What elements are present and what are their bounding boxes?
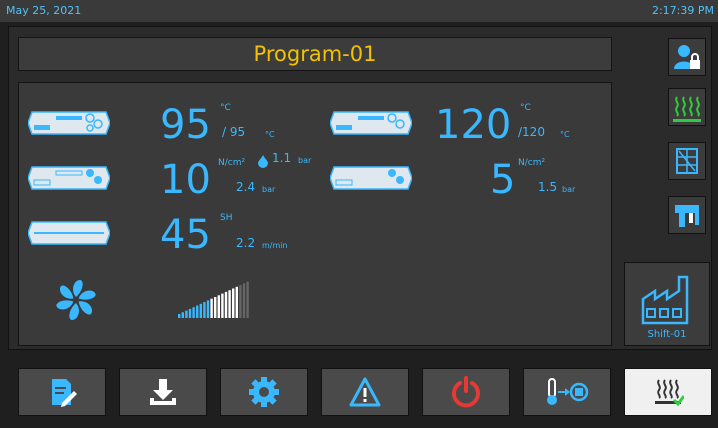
level-bar [210, 298, 213, 318]
roller-speed-icon[interactable] [28, 218, 110, 248]
temp-2-unit: °C [520, 103, 531, 113]
grid-tool-button[interactable] [668, 142, 706, 180]
pressure-2-sub-unit: bar [562, 185, 576, 194]
roller-icon[interactable] [28, 108, 110, 138]
level-bar [214, 297, 217, 318]
level-bar [178, 314, 181, 318]
level-bar [199, 303, 202, 318]
level-bar [206, 300, 210, 318]
warning-icon [349, 377, 381, 407]
heating-icon [673, 96, 701, 122]
pressure-2-unit: N/cm² [518, 158, 546, 168]
level-bar [221, 293, 224, 318]
download-icon [150, 379, 176, 405]
roller-icon-2[interactable] [330, 108, 412, 138]
level-bar [185, 310, 188, 318]
power-button[interactable] [422, 368, 510, 416]
roller-pressure-icon[interactable] [28, 163, 110, 193]
level-bar [192, 307, 195, 318]
shift-button[interactable]: Shift-01 [624, 262, 710, 346]
pressure-1-unit: N/cm² [218, 158, 246, 168]
machine-tool-button[interactable] [668, 196, 706, 234]
temperature-stop-icon [547, 378, 589, 405]
temp-2-value[interactable]: 120 [435, 105, 511, 145]
temperature-stop-button[interactable] [523, 368, 611, 416]
heating-button[interactable] [668, 88, 706, 126]
speed-value: 2.2 [236, 236, 256, 250]
temp-2-set-unit: °C [560, 130, 570, 139]
gear-icon [249, 377, 279, 407]
fan-level-bars[interactable] [178, 280, 252, 318]
level-bar [196, 305, 199, 318]
factory-icon [641, 275, 689, 325]
heater-active-button[interactable] [624, 368, 712, 416]
user-lock-button[interactable] [668, 38, 706, 76]
pressure-1-extra-unit: bar [298, 156, 312, 165]
temp-1-unit: °C [220, 103, 231, 113]
user-lock-icon [674, 45, 700, 69]
level-bar [246, 281, 249, 318]
temp-1-setpoint: / 95 [222, 125, 246, 139]
level-bar [235, 286, 238, 318]
heater-active-icon [655, 379, 684, 407]
download-button[interactable] [119, 368, 207, 416]
program-title[interactable]: Program-01 [18, 37, 612, 71]
speed-unit: m/min [262, 241, 288, 250]
pressure-1-sub-unit: bar [262, 185, 276, 194]
pressure-2-value[interactable]: 5 [490, 160, 515, 200]
pressure-1-sub: 2.4 [236, 180, 256, 194]
settings-button[interactable] [220, 368, 308, 416]
pressure-1-extra: 1.1 [272, 151, 292, 165]
pressure-1-value[interactable]: 10 [160, 160, 211, 200]
shift-label: Shift-01 [647, 329, 687, 340]
pressure-2-sub: 1.5 [538, 180, 558, 194]
level-bar [188, 308, 192, 318]
hardness-value[interactable]: 45 [160, 215, 211, 255]
grid-tool-icon [676, 148, 698, 174]
temp-2-setpoint: /120 [518, 125, 545, 139]
level-bar [181, 312, 184, 318]
temp-1-value[interactable]: 95 [160, 105, 211, 145]
drop-icon [258, 155, 268, 168]
edit-document-icon [52, 379, 77, 407]
alarm-button[interactable] [321, 368, 409, 416]
hardness-unit: SH [220, 213, 233, 223]
temp-1-set-unit: °C [265, 130, 275, 139]
edit-button[interactable] [18, 368, 106, 416]
level-bar [217, 295, 220, 318]
status-time: 2:17:39 PM [651, 4, 714, 17]
level-bar [224, 291, 228, 318]
level-bar [228, 290, 231, 318]
power-icon [452, 376, 480, 408]
roller-pressure-icon-2[interactable] [330, 163, 412, 193]
status-bar: May 25, 2021 2:17:39 PM [0, 0, 718, 22]
machine-tool-icon [675, 205, 699, 227]
status-date: May 25, 2021 [6, 4, 82, 17]
level-bar [203, 302, 206, 318]
level-bar [239, 285, 242, 318]
level-bar [232, 288, 235, 318]
level-bar [242, 283, 246, 318]
fan-icon[interactable] [52, 276, 100, 324]
